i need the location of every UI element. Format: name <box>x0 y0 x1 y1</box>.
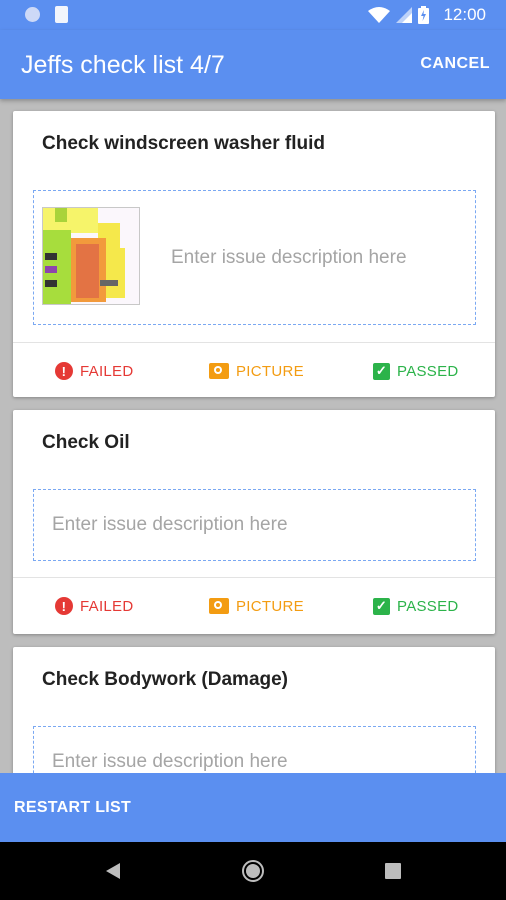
bottom-bar: RESTART LIST <box>0 773 506 842</box>
signal-icon <box>396 7 413 23</box>
passed-label: PASSED <box>397 362 459 380</box>
checklist[interactable]: Check windscreen washer fluid Enter issu… <box>0 99 506 773</box>
issue-description-box[interactable]: Enter issue description here <box>33 489 476 561</box>
action-row: ! FAILED PICTURE ✓ PASSED <box>13 578 495 634</box>
picture-button[interactable]: PICTURE <box>209 343 304 399</box>
cancel-button[interactable]: CANCEL <box>420 55 490 73</box>
passed-button[interactable]: ✓ PASSED <box>373 343 459 399</box>
camera-icon <box>209 598 229 614</box>
picture-label: PICTURE <box>236 597 304 615</box>
check-box-icon: ✓ <box>373 597 390 615</box>
failed-button[interactable]: ! FAILED <box>55 578 134 634</box>
battery-icon <box>418 6 430 24</box>
photo-thumbnail[interactable] <box>42 207 140 305</box>
app-bar: Jeffs check list 4/7 CANCEL <box>0 30 506 99</box>
failed-button[interactable]: ! FAILED <box>55 343 134 399</box>
notification-dot-icon <box>25 7 40 22</box>
page-title: Jeffs check list 4/7 <box>21 51 225 79</box>
issue-description-box[interactable]: Enter issue description here <box>33 190 476 325</box>
check-card: Check Oil Enter issue description here !… <box>13 410 495 634</box>
action-row: ! FAILED PICTURE ✓ PASSED <box>13 343 495 399</box>
issue-placeholder: Enter issue description here <box>52 514 288 535</box>
picture-label: PICTURE <box>236 362 304 380</box>
check-card: Check windscreen washer fluid Enter issu… <box>13 111 495 397</box>
sd-card-icon <box>55 6 68 23</box>
failed-label: FAILED <box>80 597 134 615</box>
check-card: Check Bodywork (Damage) Enter issue desc… <box>13 647 495 773</box>
wifi-icon <box>368 7 391 23</box>
camera-icon <box>209 363 229 379</box>
system-nav-bar <box>0 842 506 900</box>
check-title: Check windscreen washer fluid <box>42 133 325 154</box>
back-icon[interactable] <box>104 862 122 880</box>
issue-description-box[interactable]: Enter issue description here <box>33 726 476 773</box>
check-title: Check Bodywork (Damage) <box>42 669 289 690</box>
restart-list-button[interactable]: RESTART LIST <box>14 799 131 817</box>
recents-icon[interactable] <box>385 863 401 879</box>
issue-placeholder: Enter issue description here <box>171 247 407 268</box>
issue-placeholder: Enter issue description here <box>52 751 288 772</box>
check-title: Check Oil <box>42 432 130 453</box>
clock: 12:00 <box>443 5 486 24</box>
passed-label: PASSED <box>397 597 459 615</box>
status-icons: 12:00 <box>368 4 486 26</box>
passed-button[interactable]: ✓ PASSED <box>373 578 459 634</box>
failed-label: FAILED <box>80 362 134 380</box>
alert-circle-icon: ! <box>55 597 73 615</box>
alert-circle-icon: ! <box>55 362 73 380</box>
status-bar: 12:00 <box>0 0 506 30</box>
picture-button[interactable]: PICTURE <box>209 578 304 634</box>
home-icon[interactable] <box>242 860 264 882</box>
check-box-icon: ✓ <box>373 362 390 380</box>
